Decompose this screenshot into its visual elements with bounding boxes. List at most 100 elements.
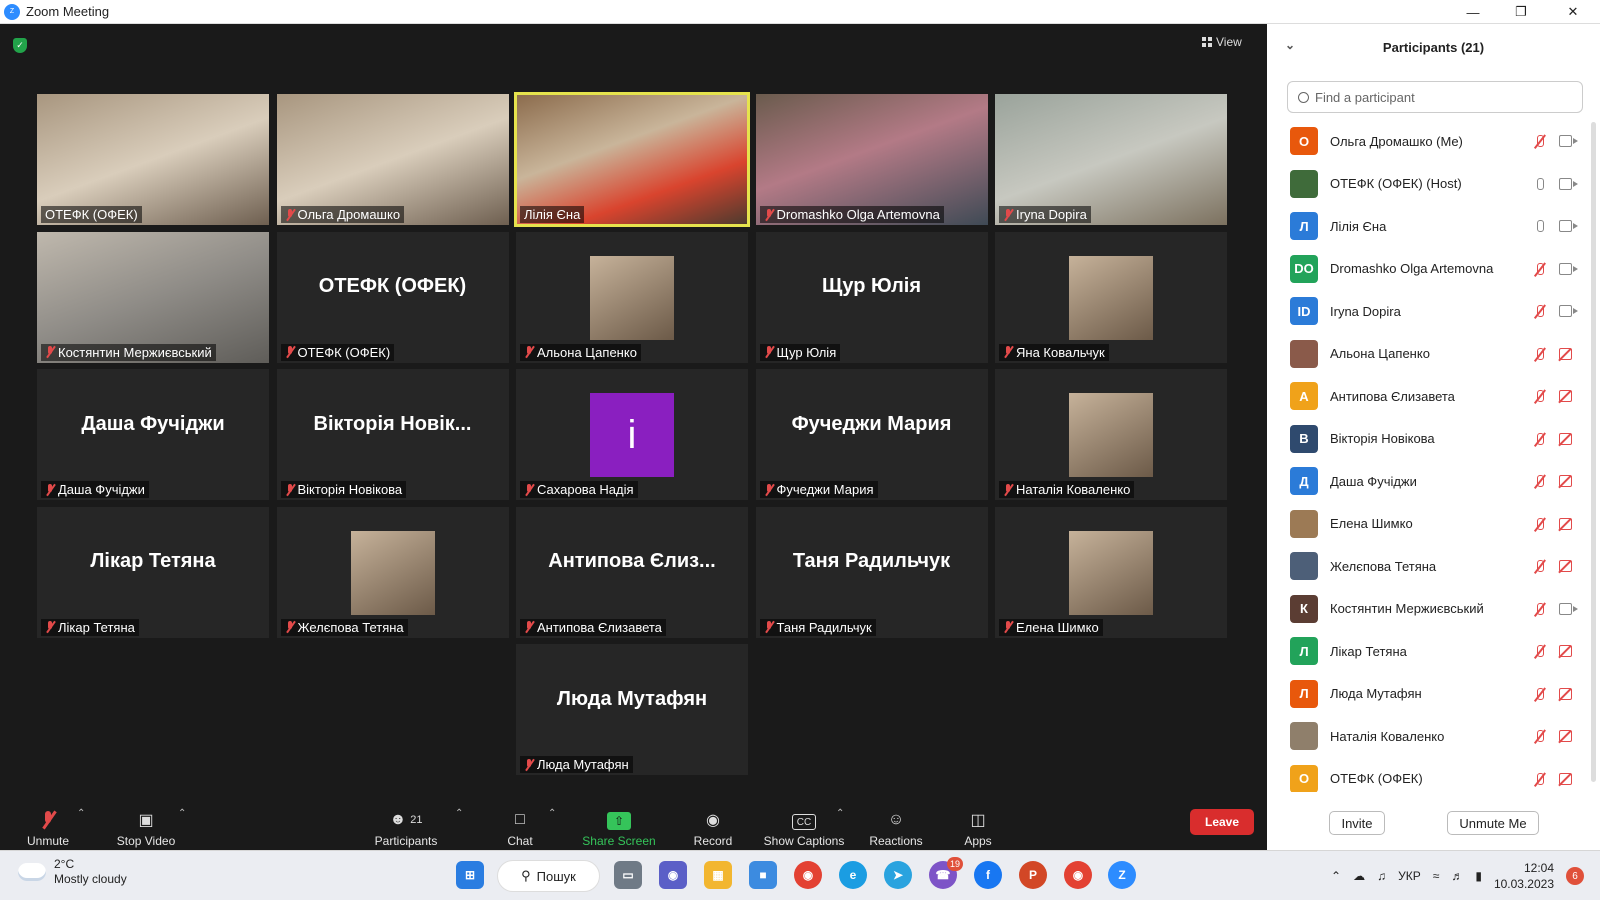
video-tile[interactable]: Желєпова Тетяна — [276, 506, 509, 638]
unmute-me-button[interactable]: Unmute Me — [1447, 811, 1539, 835]
video-tile[interactable]: Щур Юлія Щур Юлія — [755, 231, 988, 363]
invite-button[interactable]: Invite — [1329, 811, 1385, 835]
wifi-icon[interactable]: ≈ — [1433, 869, 1440, 883]
video-off-icon[interactable] — [1559, 390, 1572, 402]
audio-options-caret[interactable]: ⌃ — [77, 808, 85, 819]
participant-row[interactable]: К Костянтин Мержиєвський — [1267, 588, 1600, 631]
stop-video-button[interactable]: ▣ Stop Video — [110, 800, 182, 848]
reactions-button[interactable]: ☺ Reactions — [866, 800, 926, 848]
cloud-sync-icon[interactable]: ☁ — [1353, 869, 1365, 883]
video-tile[interactable]: Костянтин Мержиєвський — [37, 231, 269, 363]
video-tile[interactable]: i Сахарова Надія — [516, 369, 748, 500]
video-camera-icon[interactable] — [1559, 602, 1578, 615]
language-indicator[interactable]: УКР — [1398, 869, 1421, 883]
zoom-taskbar-icon[interactable]: Z — [1108, 861, 1136, 889]
mic-muted-icon[interactable] — [1533, 772, 1547, 788]
video-tile[interactable]: ОТЕФК (ОФЕК) — [37, 94, 269, 225]
mic-muted-icon[interactable] — [1533, 602, 1547, 618]
video-camera-icon[interactable] — [1559, 135, 1578, 147]
participant-list[interactable]: О Ольга Дромашко (Me) ОТЕФК (ОФЕК) (Host) Л… — [1267, 120, 1600, 792]
participants-options-caret[interactable]: ⌃ — [455, 808, 463, 819]
video-tile[interactable]: Iryna Dopira — [995, 94, 1227, 225]
video-off-icon[interactable] — [1559, 645, 1572, 657]
mic-muted-icon[interactable] — [1533, 644, 1547, 660]
video-off-icon[interactable] — [1559, 517, 1572, 530]
video-tile[interactable]: Яна Ковальчук — [995, 231, 1227, 363]
mic-muted-icon[interactable] — [1533, 687, 1547, 703]
find-participant-input[interactable]: Find a participant — [1287, 81, 1583, 113]
weather-widget[interactable]: 2°C Mostly cloudy — [16, 857, 127, 887]
teams-chat-icon[interactable]: ◉ — [659, 861, 687, 889]
video-off-icon[interactable] — [1559, 432, 1572, 445]
edge-icon[interactable]: e — [839, 861, 867, 889]
participant-row[interactable]: А Антипова Єлизавета — [1267, 375, 1600, 418]
video-off-icon[interactable] — [1559, 687, 1572, 700]
encryption-shield-icon[interactable]: ✓ — [13, 38, 27, 53]
video-tile[interactable]: Наталія Коваленко — [995, 369, 1227, 500]
video-tile[interactable]: Лілія Єна — [514, 92, 750, 227]
participant-row[interactable]: Л Люда Мутафян — [1267, 673, 1600, 716]
restore-button[interactable]: ❐ — [1498, 0, 1544, 24]
video-tile[interactable]: Таня Радильчук Таня Радильчук — [755, 506, 988, 638]
mic-muted-icon[interactable] — [1533, 389, 1547, 405]
record-button[interactable]: ◉ Record — [690, 800, 736, 848]
video-camera-icon[interactable] — [1559, 220, 1578, 232]
show-captions-button[interactable]: CC Show Captions — [760, 800, 848, 848]
apps-button[interactable]: ◫ Apps — [958, 800, 998, 848]
video-off-icon[interactable] — [1559, 347, 1572, 360]
participant-row[interactable]: Л Лікар Тетяна — [1267, 630, 1600, 673]
video-options-caret[interactable]: ⌃ — [178, 808, 186, 819]
video-tile[interactable]: Антипова Єлиз... Антипова Єлизавета — [516, 506, 748, 638]
video-off-icon[interactable] — [1559, 560, 1572, 572]
participant-row[interactable]: DO Dromashko Olga Artemovna — [1267, 248, 1600, 291]
participant-list-scrollbar[interactable] — [1591, 122, 1596, 782]
video-tile[interactable]: Даша Фучіджи Даша Фучіджи — [37, 369, 269, 500]
mic-muted-icon[interactable] — [1533, 262, 1547, 278]
mic-muted-icon[interactable] — [1533, 559, 1547, 575]
video-tile[interactable]: Фучеджи Мария Фучеджи Мария — [755, 369, 988, 500]
participant-row[interactable]: Л Лілія Єна — [1267, 205, 1600, 248]
video-camera-icon[interactable] — [1559, 305, 1578, 317]
video-tile[interactable]: Люда Мутафян Люда Мутафян — [516, 644, 748, 775]
participant-row[interactable]: Д Даша Фучіджи — [1267, 460, 1600, 503]
video-off-icon[interactable] — [1559, 475, 1572, 487]
mic-muted-icon[interactable] — [1533, 347, 1547, 363]
mic-muted-icon[interactable] — [1533, 432, 1547, 448]
participant-row[interactable]: Альона Цапенко — [1267, 333, 1600, 376]
unmute-button[interactable]: Unmute — [24, 800, 72, 848]
view-button[interactable]: View — [1202, 32, 1254, 52]
telegram-icon[interactable]: ➤ — [884, 861, 912, 889]
chevron-down-icon[interactable]: ⌄ — [1285, 38, 1295, 52]
microsoft-store-icon[interactable]: ■ — [749, 861, 777, 889]
video-tile[interactable]: Dromashko Olga Artemovna — [755, 94, 988, 225]
mic-muted-icon[interactable] — [1533, 304, 1547, 320]
participant-row[interactable]: Наталія Коваленко — [1267, 715, 1600, 758]
participant-row[interactable]: Елена Шимко — [1267, 503, 1600, 546]
windows-start-icon[interactable]: ⊞ — [456, 861, 484, 889]
video-tile[interactable]: Лікар Тетяна Лікар Тетяна — [37, 506, 269, 638]
chevron-up-icon[interactable]: ⌃ — [1331, 869, 1341, 883]
video-tile[interactable]: Альона Цапенко — [516, 231, 748, 363]
participant-row[interactable]: ID Iryna Dopira — [1267, 290, 1600, 333]
video-off-icon[interactable] — [1559, 730, 1572, 742]
mic-muted-icon[interactable] — [1533, 729, 1547, 745]
participant-row[interactable]: ОТЕФК (ОФЕК) (Host) — [1267, 163, 1600, 206]
microphone-icon[interactable] — [1533, 219, 1547, 235]
chat-button[interactable]: □ Chat — [500, 800, 540, 848]
mic-muted-icon[interactable] — [1533, 474, 1547, 490]
mic-muted-icon[interactable] — [1533, 517, 1547, 533]
chrome-profile-icon[interactable]: ◉ — [1064, 861, 1092, 889]
video-tile[interactable]: Елена Шимко — [995, 506, 1227, 638]
powerpoint-icon[interactable]: P — [1019, 861, 1047, 889]
video-camera-icon[interactable] — [1559, 262, 1578, 275]
participant-row[interactable]: О Ольга Дромашко (Me) — [1267, 120, 1600, 163]
task-view-icon[interactable]: ▭ — [614, 861, 642, 889]
video-tile[interactable]: ОТЕФК (ОФЕК) ОТЕФК (ОФЕК) — [276, 231, 509, 363]
video-tile[interactable]: Вікторія Новік... Вікторія Новікова — [276, 369, 509, 500]
video-camera-icon[interactable] — [1559, 177, 1578, 190]
participant-row[interactable]: Желєпова Тетяна — [1267, 545, 1600, 588]
speaker-icon[interactable]: ♬ — [1451, 869, 1463, 883]
microphone-icon[interactable]: ♫ — [1377, 869, 1386, 883]
battery-icon[interactable]: ▮ — [1475, 869, 1482, 883]
chat-options-caret[interactable]: ⌃ — [548, 808, 556, 819]
